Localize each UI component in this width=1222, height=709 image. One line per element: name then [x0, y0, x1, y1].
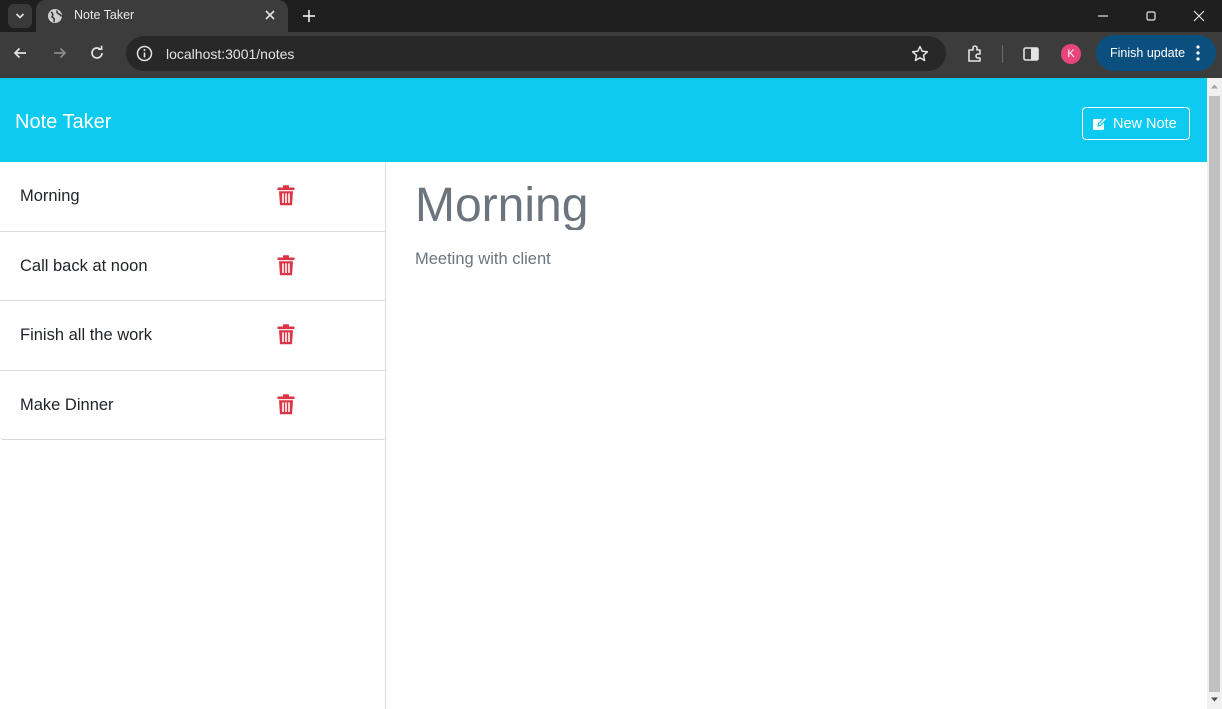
close-icon[interactable]: [262, 7, 278, 23]
globe-icon: [48, 9, 63, 23]
minimize-button[interactable]: [1080, 0, 1126, 32]
notes-sidebar: Morning Call back at noon Finish all the w…: [0, 162, 386, 709]
new-tab-icon[interactable]: [300, 7, 318, 25]
page-scrollbar[interactable]: [1207, 78, 1222, 709]
trash-icon[interactable]: [277, 185, 295, 206]
profile-avatar[interactable]: K: [1061, 44, 1081, 64]
note-list-item-title: Finish all the work: [20, 326, 153, 344]
back-button[interactable]: [9, 42, 31, 64]
toolbar-divider: [1002, 45, 1003, 63]
trash-icon[interactable]: [277, 393, 295, 415]
address-bar[interactable]: localhost:3001/notes: [126, 36, 946, 71]
restore-icon: [1146, 11, 1156, 21]
side-panel-icon[interactable]: [1021, 44, 1041, 64]
trash-icon[interactable]: [277, 254, 295, 276]
note-list-item-title: Morning: [20, 187, 80, 205]
close-window-button[interactable]: [1176, 0, 1222, 32]
new-note-label: New Note: [1113, 115, 1177, 132]
new-note-button[interactable]: New Note: [1082, 107, 1190, 140]
page: Note Taker New Note Morning Call back at …: [0, 78, 1207, 709]
note-title-field[interactable]: Morning: [415, 176, 588, 230]
browser-tab[interactable]: Note Taker: [36, 0, 288, 32]
scroll-down-icon[interactable]: [1210, 695, 1219, 704]
note-list: Morning Call back at noon Finish all the w…: [0, 162, 386, 440]
chevron-down-icon: [15, 13, 25, 19]
arrow-left-icon: [13, 47, 26, 59]
url-text[interactable]: localhost:3001/notes: [166, 46, 294, 62]
note-text-field[interactable]: Meeting with client: [415, 250, 551, 269]
note-list-item[interactable]: Finish all the work: [0, 301, 386, 371]
extensions-icon[interactable]: [965, 44, 985, 64]
finish-update-label: Finish update: [1110, 46, 1186, 60]
pencil-square-icon: [1093, 116, 1108, 130]
app-navbar: Note Taker New Note: [0, 78, 1207, 162]
note-list-item-title: Call back at noon: [20, 256, 148, 275]
note-list-item[interactable]: Call back at noon: [0, 232, 386, 301]
info-icon[interactable]: [136, 45, 153, 62]
bookmark-star-icon[interactable]: [910, 44, 930, 64]
note-list-item[interactable]: Morning: [0, 162, 386, 232]
note-editor: Morning Meeting with client: [387, 162, 1207, 709]
reload-icon: [91, 45, 103, 59]
forward-button[interactable]: [49, 42, 71, 64]
scroll-up-icon[interactable]: [1210, 82, 1219, 91]
reload-button[interactable]: [86, 42, 108, 64]
finish-update-button[interactable]: Finish update: [1096, 35, 1216, 71]
arrow-right-icon: [54, 47, 67, 59]
close-icon: [1193, 10, 1205, 22]
trash-icon[interactable]: [277, 324, 295, 345]
note-list-item-title: Make Dinner: [20, 395, 114, 414]
tab-search-button[interactable]: [8, 4, 32, 28]
browser-tab-bar: Note Taker: [0, 0, 1222, 32]
app-brand[interactable]: Note Taker: [15, 111, 111, 134]
tab-title: Note Taker: [74, 8, 135, 22]
restore-button[interactable]: [1128, 0, 1174, 32]
browser-toolbar: localhost:3001/notes K Finish update: [0, 32, 1222, 78]
note-list-item[interactable]: Make Dinner: [0, 371, 386, 440]
minimize-icon: [1098, 15, 1108, 17]
more-vert-icon: [1196, 45, 1200, 61]
scrollbar-thumb[interactable]: [1209, 96, 1220, 692]
